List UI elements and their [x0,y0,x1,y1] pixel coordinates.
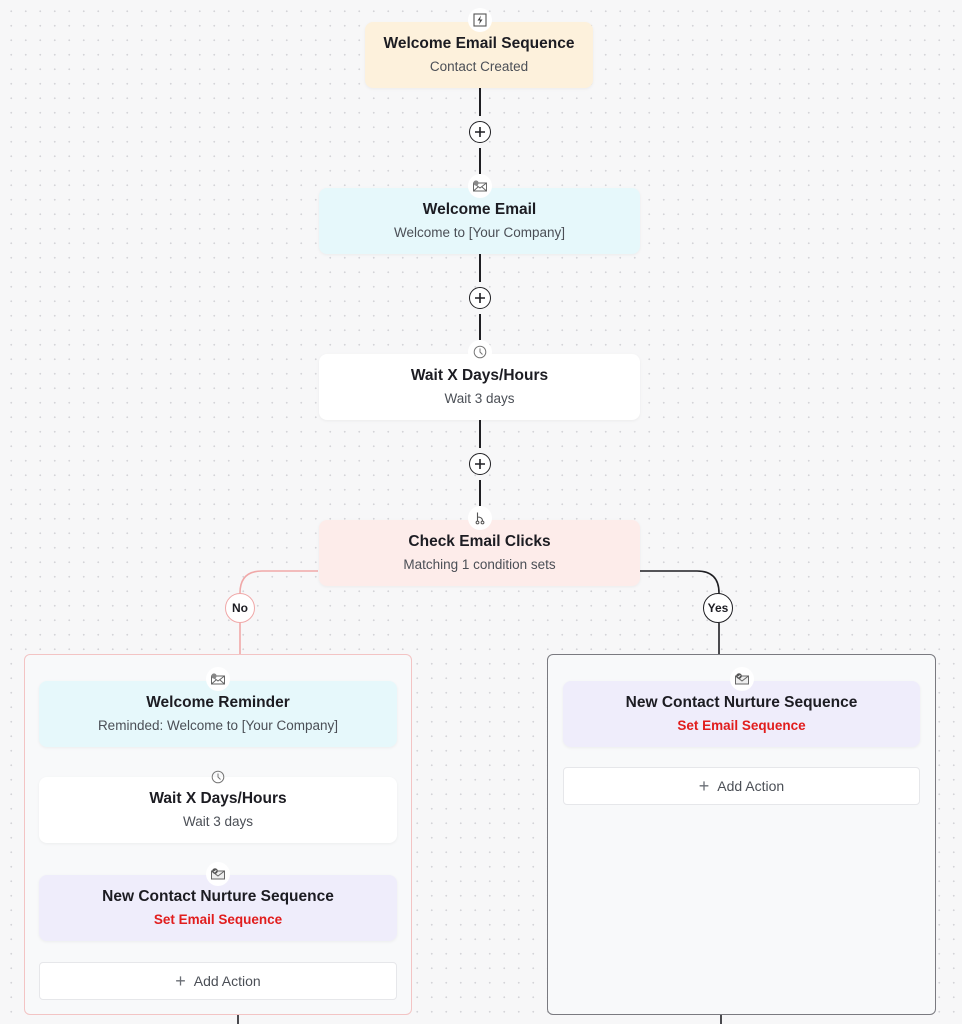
email-icon [206,667,230,691]
branch-icon [468,506,492,530]
add-step-button[interactable] [469,287,491,309]
plus-icon [475,293,485,303]
yes-branch-group: New Contact Nurture Sequence Set Email S… [547,654,936,1015]
trigger-title: Welcome Email Sequence [383,35,575,52]
lightning-icon [468,8,492,32]
add-step-button[interactable] [469,121,491,143]
clock-icon [206,765,230,789]
condition-subtitle: Matching 1 condition sets [403,557,556,572]
step-title: New Contact Nurture Sequence [102,888,334,905]
step-warning-subtitle: Set Email Sequence [153,912,283,927]
add-action-button[interactable]: + Add Action [39,962,397,1000]
branch-label-yes[interactable]: Yes [703,593,733,623]
step-title: Welcome Reminder [146,694,290,711]
branch-label-no[interactable]: No [225,593,255,623]
plus-icon: + [698,775,710,796]
plus-icon [475,127,485,137]
step-title: Wait X Days/Hours [410,367,549,384]
step-subtitle: Welcome to [Your Company] [393,225,566,240]
step-warning-subtitle: Set Email Sequence [677,718,806,733]
add-action-label: Add Action [193,973,261,989]
email-icon [468,174,492,198]
add-action-button[interactable]: + Add Action [563,767,920,805]
step-subtitle: Reminded: Welcome to [Your Company] [97,718,339,733]
email-sequence-icon [730,667,754,691]
step-title: Welcome Email [422,201,537,218]
add-action-label: Add Action [717,778,785,794]
step-subtitle: Wait 3 days [182,814,254,829]
add-step-button[interactable] [469,453,491,475]
plus-icon: + [175,970,186,991]
clock-icon [468,340,492,364]
trigger-subtitle: Contact Created [429,59,529,74]
plus-icon [475,459,485,469]
no-branch-group: Welcome Reminder Reminded: Welcome to [Y… [24,654,412,1015]
no-branch-line [239,570,318,594]
yes-branch-line [640,570,720,594]
step-subtitle: Wait 3 days [444,391,515,406]
condition-title: Check Email Clicks [408,533,551,550]
step-title: New Contact Nurture Sequence [625,694,858,711]
email-sequence-icon [206,862,230,886]
step-title: Wait X Days/Hours [149,790,287,807]
